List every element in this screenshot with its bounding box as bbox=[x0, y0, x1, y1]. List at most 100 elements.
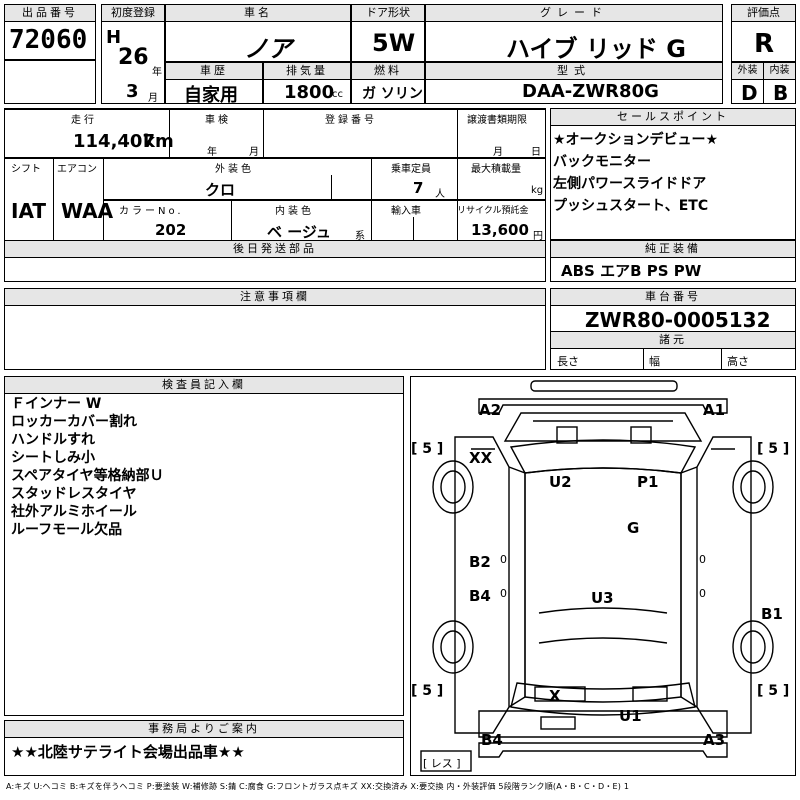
interior-box: 内装 B bbox=[763, 62, 796, 105]
selling-point-2: バックモニター bbox=[553, 154, 651, 170]
shift: IAT bbox=[11, 199, 47, 223]
mark-u1: U1 bbox=[619, 707, 642, 725]
capacity: 7 bbox=[413, 179, 424, 197]
mark-u2: U2 bbox=[549, 473, 572, 491]
reg-month-unit: 月 bbox=[148, 93, 158, 104]
spec-height: 高さ bbox=[727, 355, 749, 368]
registration-no-label: 登録番号 bbox=[325, 115, 377, 126]
first-registration-box: 初度登録 H 26 年 3 月 bbox=[101, 4, 165, 104]
fuel-box: 燃料 ガ ソリン bbox=[351, 62, 425, 104]
tire-front-right: [ 5 ] bbox=[757, 441, 790, 457]
ext-color-label: 外装色 bbox=[215, 164, 254, 175]
inspector-note-7: 社外アルミホイール bbox=[11, 504, 137, 520]
mark-a1: A1 bbox=[703, 401, 726, 419]
zero-mark-right-front: 0 bbox=[699, 553, 706, 566]
chassis-number: ZWR80-0005132 bbox=[585, 308, 771, 332]
tire-rear-right: [ 5 ] bbox=[757, 683, 790, 699]
grade-box: グレード ハイブ リッド G bbox=[425, 4, 723, 63]
info-block: 走行 車検 登録番号 譲渡書類期限 114,407 km 年 月 月 日 シフト… bbox=[4, 108, 546, 282]
equipment: ABS エアB PS PW bbox=[561, 262, 702, 280]
history-label: 車歴 bbox=[166, 63, 262, 80]
car-damage-diagram: A2 A1 XX U2 P1 G B2 B4 U3 B1 X U1 B4 A3 … bbox=[410, 376, 796, 776]
mark-b4-side: B4 bbox=[469, 587, 491, 605]
mark-a3: A3 bbox=[703, 731, 726, 749]
equipment-box: 純正装備 ABS エアB PS PW bbox=[550, 240, 796, 282]
lot-number: 72060 bbox=[9, 25, 88, 55]
transfer-day-unit: 日 bbox=[531, 147, 541, 158]
legend: A:キズ U:ヘコミ B:キズを伴うヘコミ P:要塗装 W:補修跡 S:錆 C:… bbox=[6, 782, 630, 791]
max-load-label: 最大積載量 bbox=[471, 164, 521, 175]
inspector-note-4: シートしみ小 bbox=[11, 450, 95, 466]
door-type: 5W bbox=[372, 29, 416, 57]
caution-label: 注意事項欄 bbox=[5, 289, 545, 306]
aircon-label: エアコン bbox=[57, 164, 97, 175]
later-parts-label: 後日発送部品 bbox=[5, 241, 545, 258]
inspector-note-3: ハンドルすれ bbox=[11, 432, 95, 448]
capacity-label: 乗車定員 bbox=[391, 164, 431, 175]
car-name: ノア bbox=[244, 35, 292, 63]
inspector-note-2: ロッカーカバー割れ bbox=[11, 414, 137, 430]
inspection-label: 車検 bbox=[205, 115, 231, 126]
reg-year: 26 bbox=[118, 45, 149, 70]
interior-grade: B bbox=[773, 81, 789, 105]
inspector-note-1: Ｆインナー W bbox=[11, 396, 102, 412]
score-box: 評価点 R bbox=[731, 4, 796, 62]
office-label: 事務局よりご案内 bbox=[5, 721, 403, 738]
mark-u3: U3 bbox=[591, 589, 614, 607]
score-label: 評価点 bbox=[732, 5, 795, 22]
door-box: ドア形状 5W bbox=[351, 4, 425, 62]
chassis-label: 車台番号 bbox=[551, 289, 795, 306]
door-label: ドア形状 bbox=[352, 5, 424, 22]
inspector-label: 検査員記入欄 bbox=[5, 377, 403, 394]
aircon: WAA bbox=[61, 199, 114, 223]
mark-x: X bbox=[549, 687, 561, 705]
grade: ハイブ リッド G bbox=[506, 35, 686, 63]
model-label: 型式 bbox=[426, 63, 722, 80]
mark-b2: B2 bbox=[469, 553, 491, 571]
color-number: 202 bbox=[155, 221, 187, 239]
selling-points-label: セールスポイント bbox=[551, 109, 795, 126]
int-color: ベ ージュ bbox=[267, 223, 331, 241]
transfer-deadline-label: 譲渡書類期限 bbox=[467, 115, 527, 126]
color-no-label: カラーNo. bbox=[119, 206, 184, 217]
exterior-grade: D bbox=[741, 81, 758, 105]
spec-length: 長さ bbox=[557, 355, 579, 368]
lot-number-label: 出品番号 bbox=[5, 5, 95, 22]
score: R bbox=[754, 29, 775, 59]
mileage-label: 走行 bbox=[71, 115, 97, 126]
selling-point-1: ★オークションデビュー★ bbox=[553, 132, 719, 148]
reg-month: 3 bbox=[126, 81, 139, 102]
model: DAA-ZWR80G bbox=[522, 81, 659, 102]
displacement-unit: cc bbox=[332, 89, 343, 100]
grade-label: グレード bbox=[426, 5, 722, 22]
max-load-unit: kg bbox=[531, 185, 544, 196]
mark-b1: B1 bbox=[761, 605, 783, 623]
mark-p1: P1 bbox=[637, 473, 659, 491]
tire-rear-left: [ 5 ] bbox=[411, 683, 444, 699]
fuel: ガ ソリン bbox=[362, 86, 423, 102]
inspector-note-8: ルーフモール欠品 bbox=[11, 522, 123, 538]
displacement-box: 排気量 1800 cc bbox=[263, 62, 351, 104]
inspector-box: 検査員記入欄 Ｆインナー W ロッカーカバー割れ ハンドルすれ シートしみ小 ス… bbox=[4, 376, 404, 716]
fuel-label: 燃料 bbox=[352, 63, 424, 80]
inspection-month-unit: 月 bbox=[249, 147, 259, 158]
ext-color: クロ bbox=[205, 181, 236, 199]
spare-tire-label: [ レス ] bbox=[423, 757, 461, 770]
zero-mark-left-front: 0 bbox=[500, 553, 507, 566]
int-color-label: 内装色 bbox=[275, 206, 314, 217]
lot-number-extra bbox=[4, 60, 96, 104]
zero-mark-left-rear: 0 bbox=[500, 587, 507, 600]
import-label: 輸入車 bbox=[391, 206, 421, 217]
mark-b4-rear: B4 bbox=[481, 731, 503, 749]
exterior-label: 外装 bbox=[732, 63, 763, 80]
tire-front-left: [ 5 ] bbox=[411, 441, 444, 457]
exterior-box: 外装 D bbox=[731, 62, 764, 105]
zero-mark-right-rear: 0 bbox=[699, 587, 706, 600]
mark-g: G bbox=[627, 519, 640, 537]
mark-a2: A2 bbox=[479, 401, 502, 419]
recycle-fee: 13,600 bbox=[471, 221, 529, 239]
spec-width: 幅 bbox=[649, 355, 660, 368]
car-name-label: 車名 bbox=[166, 5, 350, 22]
caution-box: 注意事項欄 bbox=[4, 288, 546, 370]
mileage-unit: km bbox=[143, 131, 174, 152]
